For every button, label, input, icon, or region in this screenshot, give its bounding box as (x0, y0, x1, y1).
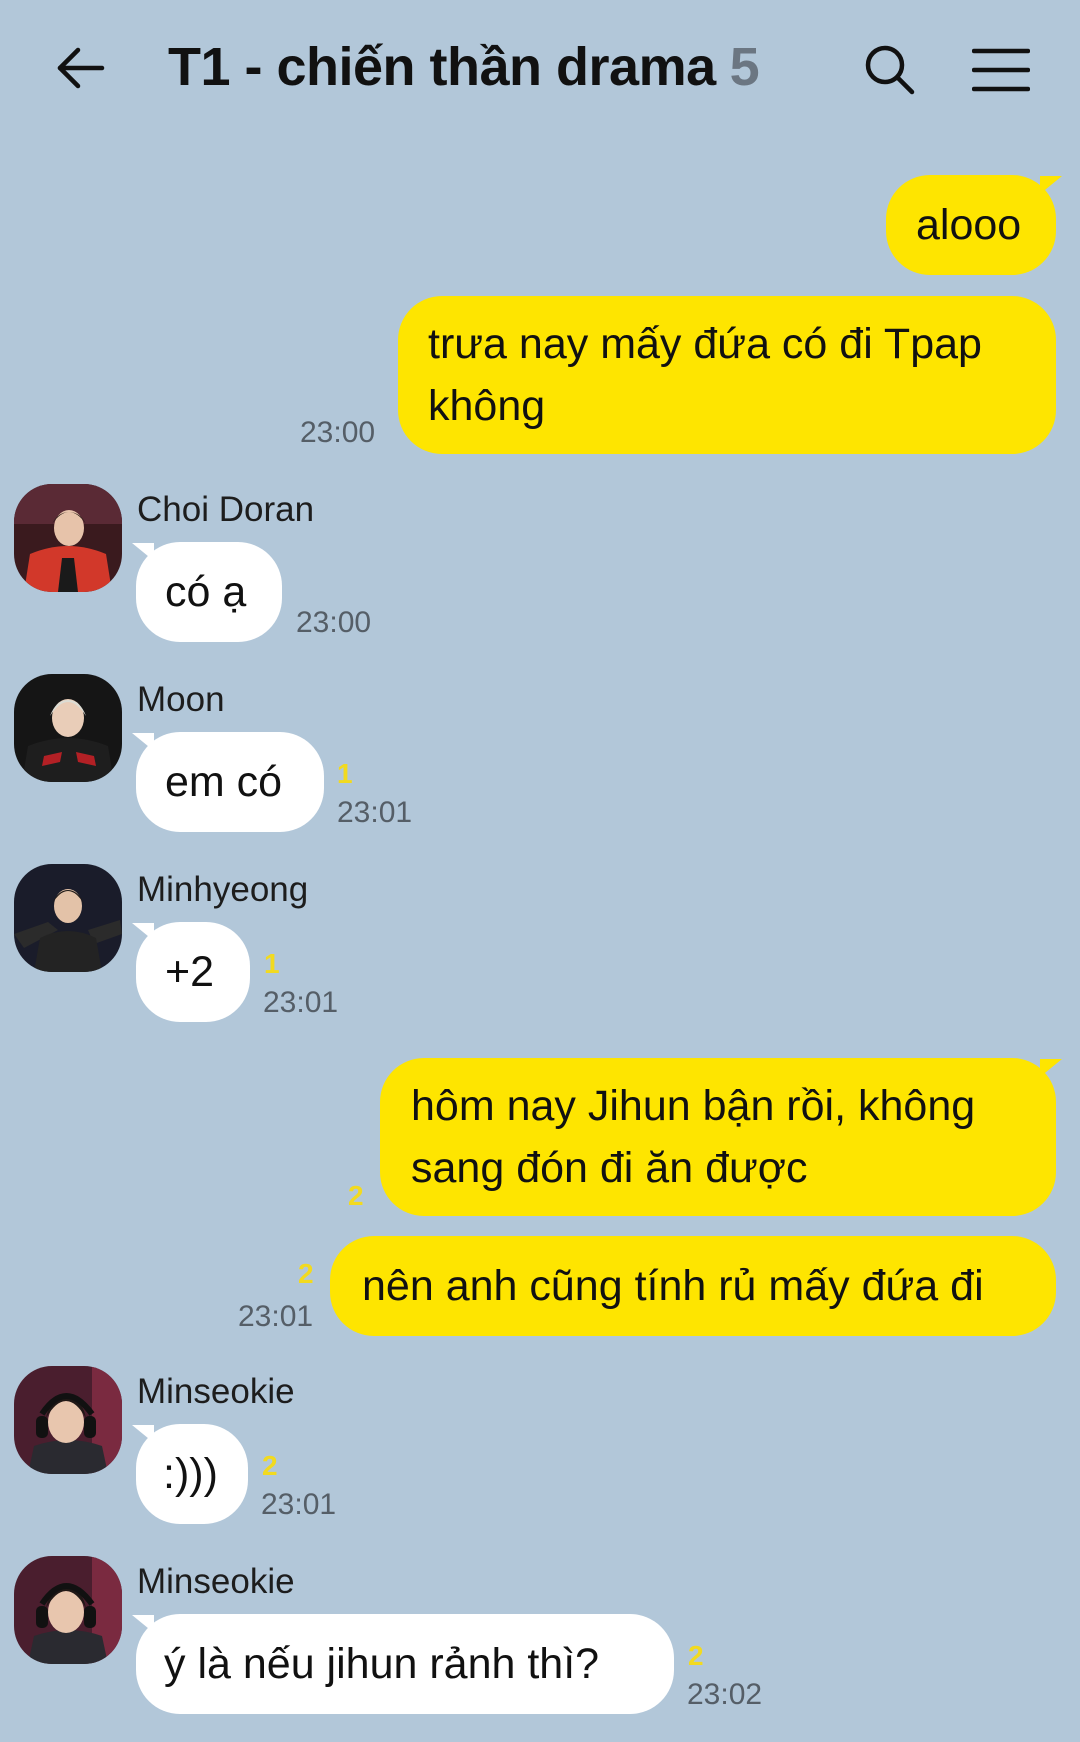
incoming-message[interactable]: có ạ (136, 542, 282, 642)
avatar-minseokie[interactable] (14, 1556, 122, 1664)
hamburger-menu-icon (972, 48, 1030, 92)
chat-title-area[interactable]: T1 - chiến thần drama 5 (168, 36, 760, 106)
incoming-message[interactable]: em có (136, 732, 324, 832)
message-time: 23:00 (296, 606, 372, 639)
message-time: 23:00 (300, 416, 376, 449)
message-text-line: trưa nay mấy đứa có đi Tpap (428, 320, 982, 368)
unread-count: 2 (262, 1450, 278, 1481)
message-time: 23:01 (263, 986, 339, 1019)
bubble-tail (1040, 176, 1062, 194)
unread-count: 2 (688, 1640, 704, 1671)
unread-count: 1 (337, 758, 353, 789)
search-button[interactable] (860, 40, 920, 100)
message-text: :))) (163, 1450, 218, 1498)
bubble-tail (132, 1615, 154, 1633)
message-text-line: sang đón đi ăn được (411, 1144, 808, 1192)
avatar-minhyeong[interactable] (14, 864, 122, 972)
sender-name: Minseokie (137, 1372, 295, 1411)
message-time: 23:01 (238, 1300, 314, 1333)
unread-count: 2 (348, 1180, 364, 1211)
message-time: 23:01 (261, 1488, 337, 1521)
avatar-choi-doran[interactable] (14, 484, 122, 592)
unread-count: 1 (264, 948, 280, 979)
sender-name: Moon (137, 680, 225, 719)
member-count: 5 (729, 37, 760, 97)
unread-count: 2 (298, 1258, 314, 1289)
outgoing-message[interactable]: hôm nay Jihun bận rồi, không sang đón đi… (380, 1058, 1056, 1216)
message-time: 23:01 (337, 796, 413, 829)
bubble-tail (1040, 1059, 1062, 1077)
outgoing-message[interactable]: nên anh cũng tính rủ mấy đứa đi (330, 1236, 1056, 1336)
message-text: ý là nếu jihun rảnh thì? (164, 1640, 600, 1688)
menu-button[interactable] (970, 40, 1032, 100)
sender-name: Minhyeong (137, 870, 309, 909)
search-icon (865, 45, 915, 95)
message-text: em có (165, 758, 283, 806)
message-text: có ạ (165, 568, 247, 616)
avatar-minseokie[interactable] (14, 1366, 122, 1474)
message-time: 23:02 (687, 1678, 763, 1711)
back-button[interactable] (52, 40, 108, 96)
message-text: nên anh cũng tính rủ mấy đứa đi (362, 1262, 984, 1310)
avatar-moon[interactable] (14, 674, 122, 782)
sender-name: Choi Doran (137, 490, 315, 529)
message-text-line: không (428, 382, 546, 430)
sender-name: Minseokie (137, 1562, 295, 1601)
bubble-tail (132, 1425, 154, 1443)
incoming-message[interactable]: ý là nếu jihun rảnh thì? (136, 1614, 674, 1714)
message-text: +2 (165, 948, 215, 996)
chat-title: T1 - chiến thần drama (168, 37, 716, 97)
outgoing-message[interactable]: alooo (886, 175, 1056, 275)
bubble-tail (132, 733, 154, 751)
arrow-left-icon (57, 47, 105, 89)
message-text-line: hôm nay Jihun bận rồi, không (411, 1082, 976, 1130)
bubble-tail (132, 543, 154, 561)
outgoing-message[interactable]: trưa nay mấy đứa có đi Tpap không (398, 296, 1056, 454)
message-text: alooo (916, 201, 1022, 249)
chat-header: T1 - chiến thần drama 5 (0, 0, 1080, 150)
bubble-tail (132, 923, 154, 941)
